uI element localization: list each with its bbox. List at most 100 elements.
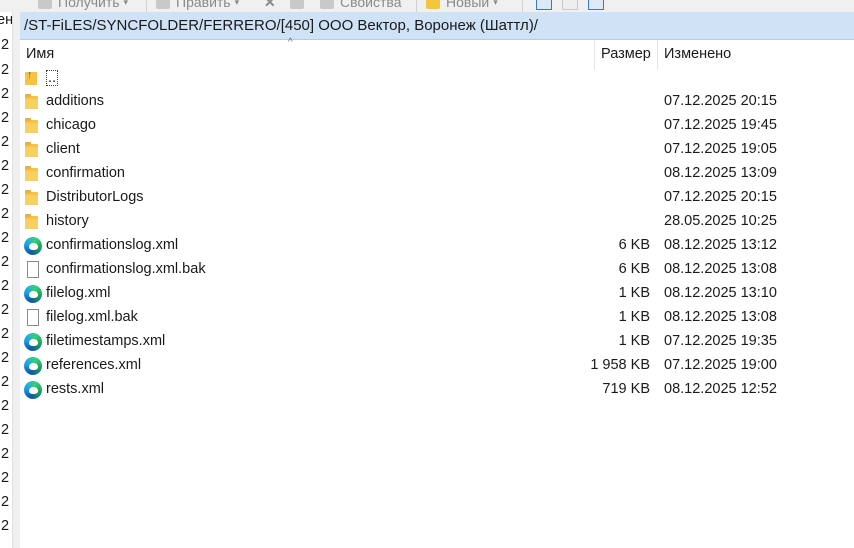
folder-icon <box>25 190 41 206</box>
file-name: confirmation <box>46 165 125 181</box>
file-modified: 08.12.2025 13:09 <box>664 165 777 181</box>
left-panel-text-fragment: .2 <box>0 518 10 534</box>
file-modified: 07.12.2025 20:15 <box>664 189 777 205</box>
left-panel-text-fragment: .2 <box>0 206 10 222</box>
file-name: filelog.xml <box>46 285 111 301</box>
edit-button[interactable]: Править ▾ <box>156 0 239 11</box>
left-panel-text-fragment: .2 <box>0 182 10 198</box>
rename-button[interactable] <box>290 0 310 11</box>
file-modified: 07.12.2025 19:05 <box>664 141 777 157</box>
left-panel-text-fragment: .2 <box>0 302 10 318</box>
file-row[interactable]: confirmationslog.xml.bak 6 KB 08.12.2025 1… <box>20 258 854 282</box>
folder-row[interactable]: confirmation 08.12.2025 13:09 <box>20 162 854 186</box>
edge-browser-icon <box>24 237 42 255</box>
folder-icon <box>25 214 41 230</box>
file-size: 1 KB <box>618 333 650 349</box>
toolbar-divider <box>146 0 147 12</box>
file-name: confirmationslog.xml <box>46 237 179 253</box>
file-size: 6 KB <box>618 237 650 253</box>
new-button[interactable]: Новый ▾ <box>426 0 498 11</box>
file-name: filelog.xml.bak <box>46 309 138 325</box>
edit-icon <box>156 0 170 9</box>
get-button[interactable]: Получить ▾ <box>38 0 128 11</box>
folder-icon <box>426 0 440 9</box>
chevron-down-icon: ▾ <box>123 0 129 7</box>
delete-button[interactable]: ✕ <box>264 0 280 11</box>
file-size: 719 KB <box>602 381 650 397</box>
folder-row[interactable]: chicago 07.12.2025 19:45 <box>20 114 854 138</box>
file-name: additions <box>46 93 105 109</box>
rename-icon <box>290 0 304 9</box>
chevron-down-icon: ▾ <box>493 0 498 7</box>
left-panel-text-fragment: ен <box>0 12 12 28</box>
file-modified: 28.05.2025 10:25 <box>664 213 777 229</box>
chevron-down-icon: ▾ <box>234 0 240 7</box>
file-modified: 07.12.2025 19:35 <box>664 333 777 349</box>
file-name: history <box>46 213 89 229</box>
left-panel-text-fragment: .2 <box>0 398 10 414</box>
file-row[interactable]: filelog.xml 1 KB 08.12.2025 13:10 <box>20 282 854 306</box>
file-size: 1 KB <box>618 285 650 301</box>
file-modified: 08.12.2025 13:08 <box>664 261 777 277</box>
edge-browser-icon <box>24 333 42 351</box>
current-path: /ST-FiLES/SYNCFOLDER/FERRERO/[450] ООО В… <box>24 17 538 34</box>
left-panel-text-fragment: .2 <box>0 110 10 126</box>
edge-browser-icon <box>24 381 42 399</box>
edge-browser-icon <box>24 357 42 375</box>
left-panel-text-fragment: .2 <box>0 254 10 270</box>
file-row[interactable]: confirmationslog.xml 6 KB 08.12.2025 13:12 <box>20 234 854 258</box>
delete-icon: ✕ <box>264 0 276 10</box>
left-panel-text-fragment: .2 <box>0 134 10 150</box>
view-button[interactable] <box>588 0 604 10</box>
left-panel-text-fragment: .2 <box>0 86 10 102</box>
left-panel-text-fragment: .2 <box>0 470 10 486</box>
file-modified: 07.12.2025 19:00 <box>664 357 777 373</box>
left-panel-text-fragment: .2 <box>0 494 10 510</box>
file-modified: 08.12.2025 12:52 <box>664 381 777 397</box>
left-panel-text-fragment: .2 <box>0 446 10 462</box>
properties-button[interactable]: Свойства <box>320 0 401 11</box>
file-list: ↑ .. additions 07.12.2025 20:15 chicago 07.… <box>20 66 854 402</box>
file-name: client <box>46 141 80 157</box>
left-panel-text-fragment: .2 <box>0 230 10 246</box>
column-size[interactable]: Размер <box>601 46 651 62</box>
file-modified: 08.12.2025 13:10 <box>664 285 777 301</box>
file-size: 1 958 KB <box>590 357 650 373</box>
file-row[interactable]: filelog.xml.bak 1 KB 08.12.2025 13:08 <box>20 306 854 330</box>
parent-directory-row[interactable]: ↑ .. <box>20 66 854 90</box>
folder-icon <box>25 166 41 182</box>
folder-row[interactable]: DistributorLogs 07.12.2025 20:15 <box>20 186 854 210</box>
filter-button[interactable] <box>536 0 552 10</box>
file-row[interactable]: filetimestamps.xml 1 KB 07.12.2025 19:35 <box>20 330 854 354</box>
left-panel-text-fragment: .2 <box>0 37 10 53</box>
left-panel-text-fragment: .2 <box>0 326 10 342</box>
file-icon <box>25 309 41 326</box>
file-size: 1 KB <box>618 309 650 325</box>
file-name: confirmationslog.xml.bak <box>46 261 206 277</box>
file-row[interactable]: references.xml 1 958 KB 07.12.2025 19:00 <box>20 354 854 378</box>
folder-row[interactable]: client 07.12.2025 19:05 <box>20 138 854 162</box>
left-panel-text-fragment: .2 <box>0 374 10 390</box>
file-modified: 08.12.2025 13:08 <box>664 309 777 325</box>
file-size: 6 KB <box>618 261 650 277</box>
file-panel: ^ Имя Размер Изменено ↑ .. additions 07.1… <box>20 37 854 548</box>
parent-folder-icon: ↑ <box>25 69 41 86</box>
folder-icon <box>25 142 41 158</box>
file-row[interactable]: rests.xml 719 KB 08.12.2025 12:52 <box>20 378 854 402</box>
select-button[interactable] <box>562 0 578 10</box>
file-modified: 07.12.2025 19:45 <box>664 117 777 133</box>
folder-icon <box>25 94 41 110</box>
left-panel-text-fragment: .2 <box>0 278 10 294</box>
column-name[interactable]: Имя <box>26 46 54 62</box>
file-modified: 07.12.2025 20:15 <box>664 93 777 109</box>
column-modified[interactable]: Изменено <box>664 46 731 62</box>
file-modified: 08.12.2025 13:12 <box>664 237 777 253</box>
left-panel-text-fragment: .2 <box>0 350 10 366</box>
toolbar-divider <box>416 0 417 12</box>
download-icon <box>38 0 52 9</box>
folder-row[interactable]: additions 07.12.2025 20:15 <box>20 90 854 114</box>
file-name: rests.xml <box>46 381 104 397</box>
left-panel-text-fragment: .2 <box>0 422 10 438</box>
path-bar[interactable]: /ST-FiLES/SYNCFOLDER/FERRERO/[450] ООО В… <box>20 12 854 40</box>
folder-row[interactable]: history 28.05.2025 10:25 <box>20 210 854 234</box>
